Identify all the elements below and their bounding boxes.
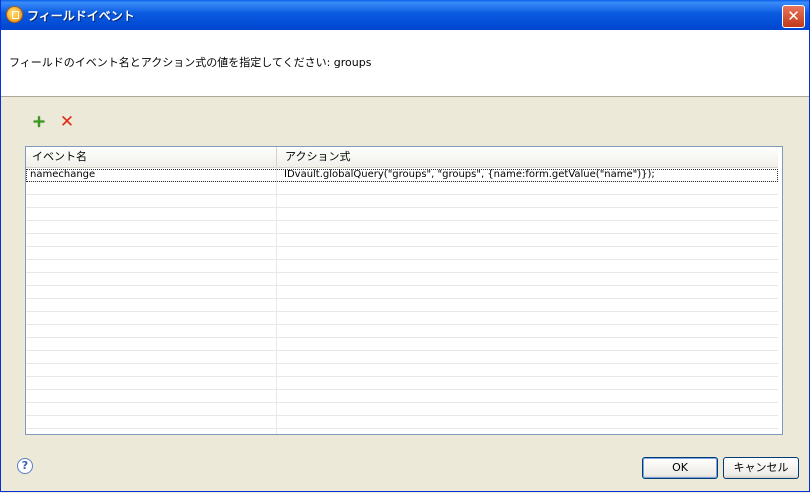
- empty-table-row[interactable]: [26, 338, 778, 351]
- event-name-cell[interactable]: namechange: [30, 169, 274, 181]
- ok-button[interactable]: OK: [642, 457, 718, 479]
- window-title: フィールドイベント: [27, 9, 135, 23]
- empty-table-row[interactable]: [26, 273, 778, 286]
- add-icon[interactable]: +: [31, 114, 47, 131]
- empty-table-row[interactable]: [26, 429, 778, 434]
- dialog-window: フィールドイベント ✕ フィールドのイベント名とアクション式の値を指定してくださ…: [0, 0, 810, 492]
- empty-table-row[interactable]: [26, 299, 778, 312]
- close-icon: ✕: [787, 7, 800, 25]
- empty-table-row[interactable]: [26, 312, 778, 325]
- empty-table-row[interactable]: [26, 364, 778, 377]
- description-text: フィールドのイベント名とアクション式の値を指定してください: groups: [9, 56, 372, 69]
- action-expression-cell[interactable]: IDvault.globalQuery("groups", "groups", …: [284, 169, 776, 181]
- column-header-action-expression[interactable]: アクション式: [276, 147, 782, 167]
- empty-table-row[interactable]: [26, 234, 778, 247]
- title-bar[interactable]: フィールドイベント ✕: [1, 0, 809, 30]
- empty-table-row[interactable]: [26, 221, 778, 234]
- app-icon: [7, 7, 22, 22]
- remove-icon[interactable]: ✕: [59, 114, 75, 131]
- description-banner: フィールドのイベント名とアクション式の値を指定してください: groups: [1, 30, 809, 97]
- empty-table-row[interactable]: [26, 247, 778, 260]
- table-body: namechange IDvault.globalQuery("groups",…: [26, 169, 778, 434]
- empty-table-row[interactable]: [26, 182, 778, 195]
- empty-table-row[interactable]: [26, 416, 778, 429]
- table-row[interactable]: namechange IDvault.globalQuery("groups",…: [26, 169, 778, 182]
- table-header: イベント名 アクション式: [26, 147, 778, 168]
- empty-table-row[interactable]: [26, 195, 778, 208]
- help-icon[interactable]: ?: [17, 458, 33, 474]
- empty-table-row[interactable]: [26, 286, 778, 299]
- event-table[interactable]: イベント名 アクション式 namechange IDvault.globalQu…: [25, 146, 783, 435]
- empty-table-row[interactable]: [26, 403, 778, 416]
- empty-table-row[interactable]: [26, 325, 778, 338]
- empty-table-row[interactable]: [26, 260, 778, 273]
- empty-table-row[interactable]: [26, 351, 778, 364]
- column-header-event-name[interactable]: イベント名: [28, 147, 276, 167]
- empty-table-row[interactable]: [26, 208, 778, 221]
- cancel-button[interactable]: キャンセル: [723, 457, 799, 479]
- close-button[interactable]: ✕: [782, 5, 805, 28]
- empty-table-row[interactable]: [26, 377, 778, 390]
- empty-table-row[interactable]: [26, 390, 778, 403]
